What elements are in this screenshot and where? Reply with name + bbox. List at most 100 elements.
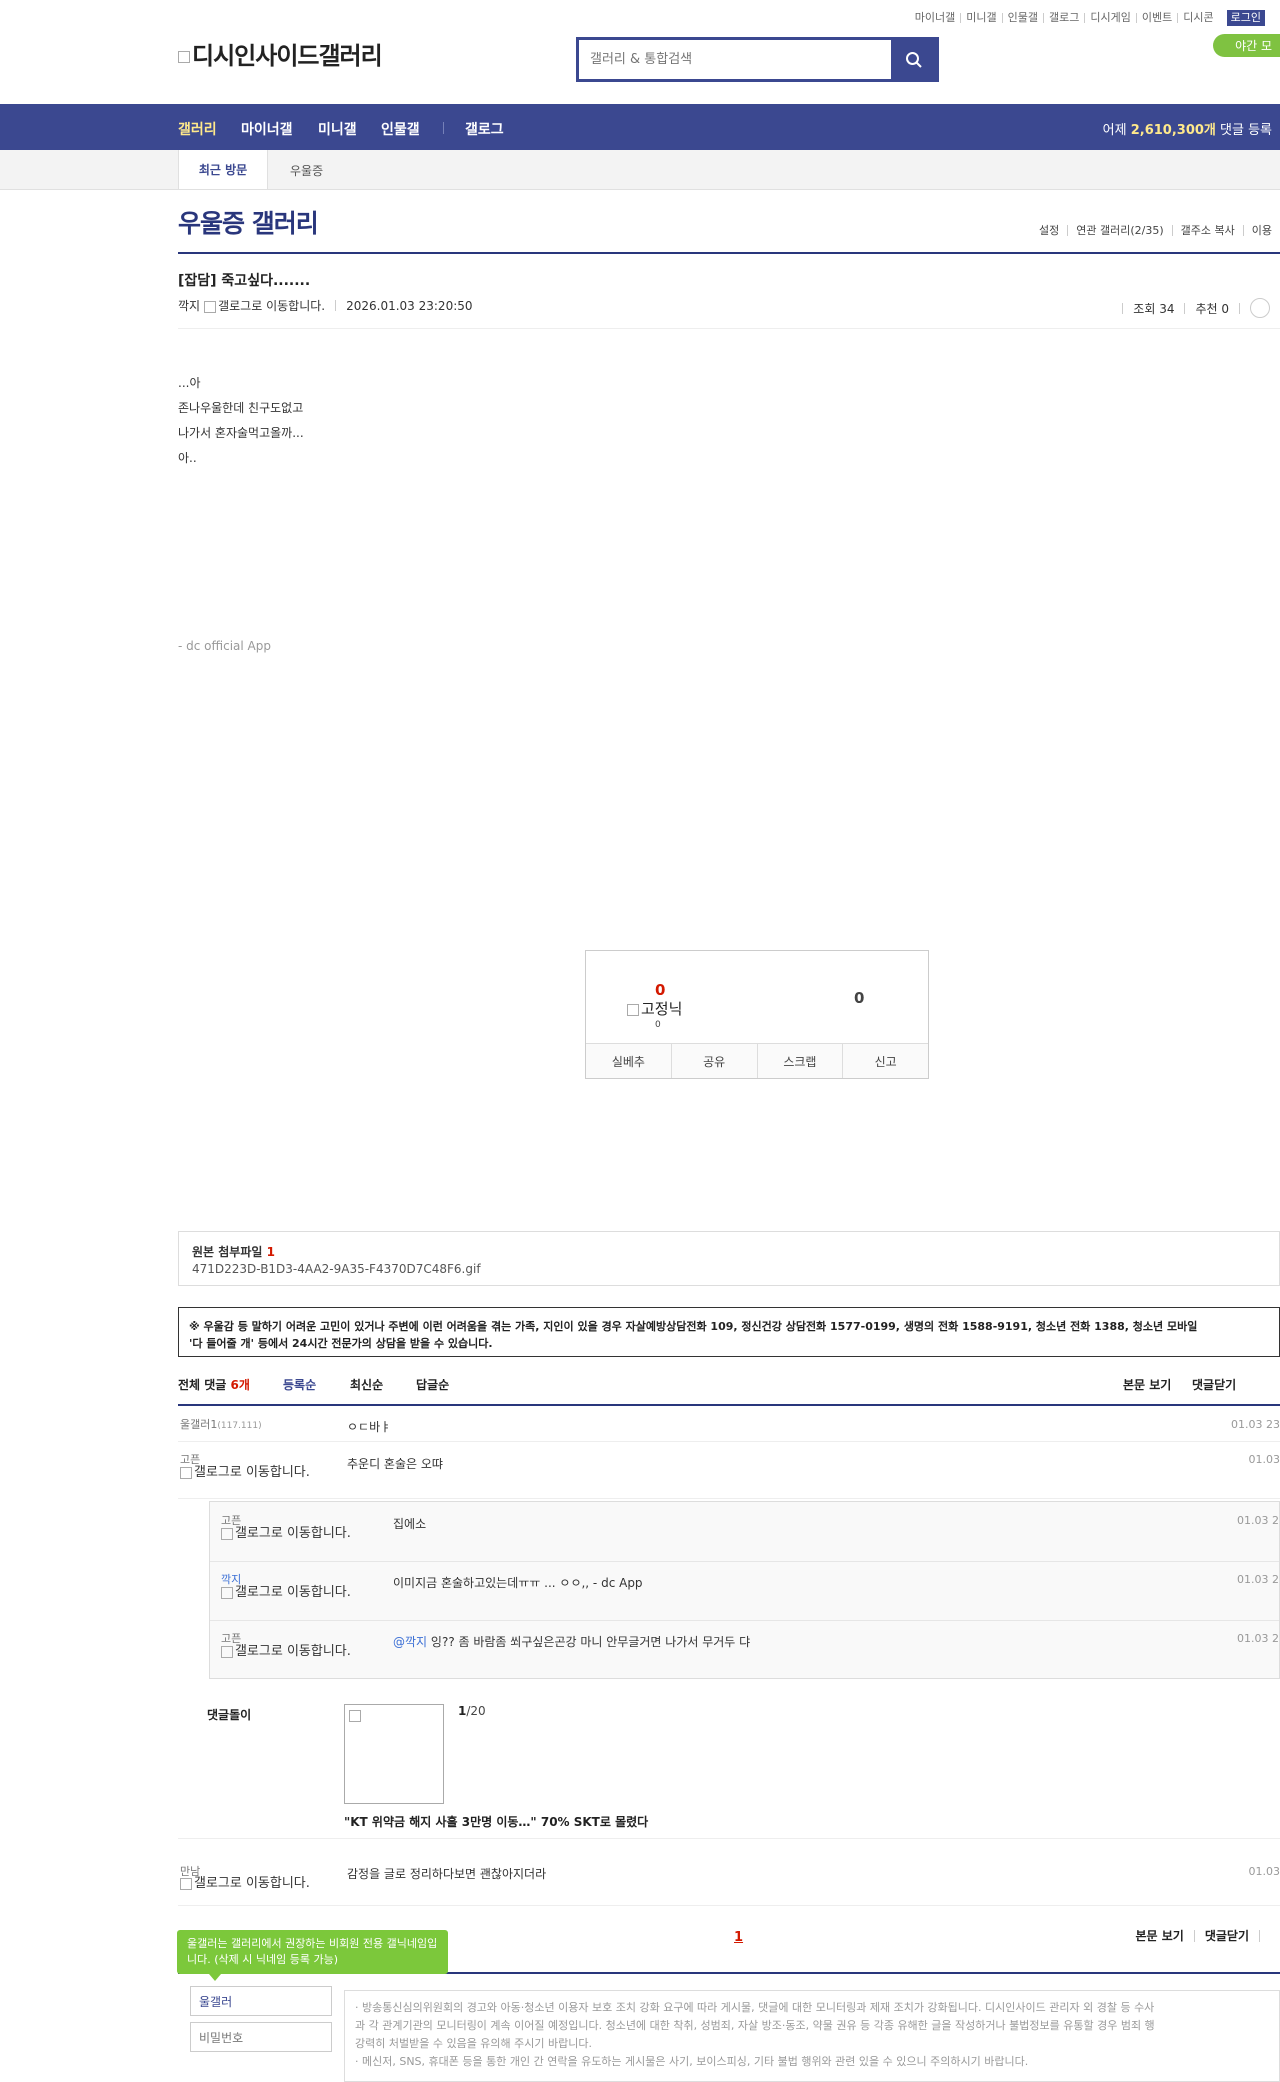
comment-ip: (117.111) [217, 1421, 262, 1431]
gallog-alt-text: 갤로그로 이동합니다. [235, 1644, 351, 1659]
comment-row: 고픈 갤로그로 이동합니다. 추운디 혼술은 오땨 01.03 [178, 1441, 1280, 1499]
sort-registered[interactable]: 등록순 [283, 1376, 316, 1393]
fixed-nick-recommend[interactable]: 고정닉 [627, 998, 682, 1019]
post-author[interactable]: 깍지 [178, 297, 200, 314]
comment-guide-box[interactable]: · 방송통신심의위원회의 경고와 아동·청소년 이용자 보호 조치 강화 요구에… [344, 1990, 1280, 2082]
nav-item-minor[interactable]: 마이너갤 [241, 119, 293, 139]
footer-actions: 본문 보기 댓글닫기 [1125, 1930, 1280, 1942]
guide-line: · 메신저, SNS, 휴대폰 등을 통한 개인 간 연락을 유도하는 게시물은… [355, 2055, 1029, 2068]
reply-date: 01.03 2 [1237, 1632, 1279, 1645]
password-field[interactable]: 비밀번호 [190, 2022, 332, 2052]
share-button[interactable]: 공유 [670, 1044, 757, 1078]
search-bar [576, 37, 939, 82]
site-logo[interactable]: 디시인사이드갤러리 [178, 36, 383, 71]
night-mode-toggle[interactable]: 야간 모 [1213, 34, 1280, 57]
sort-latest[interactable]: 최신순 [350, 1376, 383, 1393]
top-link-person[interactable]: 인물갤 [1001, 12, 1043, 23]
usage-link[interactable]: 이용 [1242, 225, 1280, 236]
close-comments-button[interactable]: 댓글닫기 [1193, 1930, 1259, 1942]
reply-mention[interactable]: @깍지 [393, 1635, 427, 1649]
reply-row: 고픈 갤로그로 이동합니다. @깍지 잉?? 좀 바람좀 쐬구싶은곤강 마니 안… [210, 1620, 1279, 1679]
comment-text: ㅇㄷ바ㅑ [347, 1420, 392, 1434]
copy-address-link[interactable]: 갤주소 복사 [1171, 225, 1243, 236]
stats-prefix: 어제 [1102, 123, 1127, 138]
reply-text: @깍지 잉?? 좀 바람좀 쐬구싶은곤강 마니 안무글거면 나가서 무거두 댜 [393, 1633, 750, 1650]
nickname-field[interactable]: 울갤러 [190, 1986, 332, 2016]
broken-image-icon [180, 1466, 192, 1479]
search-button[interactable] [891, 40, 936, 79]
meta-divider [178, 328, 1280, 329]
notice-line: ※ 우울감 등 말하기 어려운 고민이 있거나 주변에 이런 어려움을 겪는 가… [189, 1320, 1198, 1333]
comment-nick[interactable]: 울갤러1(117.111) [180, 1418, 262, 1433]
fixed-nick-count: 0 [655, 1020, 661, 1030]
nick-text: 울갤러1 [180, 1418, 218, 1431]
comment-total-label: 전체 댓글 [178, 1378, 227, 1392]
sort-replies[interactable]: 답글순 [416, 1376, 449, 1393]
close-comments-button[interactable]: 댓글닫기 [1192, 1376, 1236, 1393]
nav-item-gallery[interactable]: 갤러리 [178, 119, 217, 139]
top-link-dccon[interactable]: 디시콘 [1177, 12, 1218, 23]
report-button[interactable]: 신고 [842, 1044, 928, 1078]
gallog-alt-text: 갤로그로 이동합니다. [194, 1876, 310, 1891]
top-link-gallog[interactable]: 갤로그 [1043, 12, 1084, 23]
scrap-button[interactable]: 스크랩 [756, 1044, 843, 1078]
comment-bot-label: 댓글돌이 [207, 1708, 252, 1722]
comment-date: 01.03 [1248, 1453, 1280, 1466]
recent-visit-item[interactable]: 우울증 [290, 162, 323, 179]
gallery-settings-link[interactable]: 설정 [1031, 225, 1067, 236]
gallery-title[interactable]: 우울증 갤러리 [178, 204, 319, 240]
top-link-mini[interactable]: 미니갤 [960, 12, 1001, 23]
comment-date: 01.03 [1248, 1865, 1280, 1878]
footer-action-more[interactable] [1259, 1930, 1280, 1942]
stats-suffix: 댓글 등록 [1220, 123, 1272, 138]
nav-item-gallog[interactable]: 갤로그 [465, 119, 504, 139]
notice-line: '다 들어줄 개' 등에서 24시간 전문가의 상담을 받을 수 있습니다. [189, 1337, 493, 1350]
stats-separator [1239, 302, 1240, 314]
recent-visits-bar: 최근 방문 우울증 [0, 150, 1280, 190]
top-link-event[interactable]: 이벤트 [1135, 12, 1177, 23]
gallog-link[interactable]: 갤로그로 이동합니다. [221, 1586, 351, 1600]
search-icon [905, 51, 922, 68]
post-body-line: 존나우울한데 친구도없고 [178, 401, 304, 415]
related-galleries-link[interactable]: 연관 갤러리(2/35) [1067, 225, 1171, 236]
view-post-button[interactable]: 본문 보기 [1125, 1930, 1193, 1942]
ad-headline[interactable]: "KT 위약금 해지 사흘 3만명 이동…" 70% SKT로 몰렸다 [344, 1813, 648, 1830]
nav-item-mini[interactable]: 미니갤 [318, 119, 357, 139]
top-link-minor[interactable]: 마이너갤 [910, 12, 960, 23]
attachment-file-link[interactable]: 471D223D-B1D3-4AA2-9A35-F4370D7C48F6.gif [192, 1262, 481, 1276]
gallog-link[interactable]: 갤로그로 이동합니다. [180, 1877, 310, 1891]
search-input[interactable] [579, 40, 891, 79]
logo-alt-text: 디시인사이드갤러리 [192, 42, 383, 70]
comment-page-1[interactable]: 1 [734, 1930, 743, 1945]
gallog-alt-text: 갤로그로 이동합니다. [218, 299, 326, 313]
gallog-link[interactable]: 갤로그로 이동합니다. [204, 297, 325, 314]
more-options-icon[interactable] [1250, 298, 1270, 318]
top-link-game[interactable]: 디시게임 [1084, 12, 1135, 23]
recommend-actions: 실베추 공유 스크랩 신고 [586, 1043, 928, 1078]
fixed-nick-label: 고정닉 [641, 1000, 683, 1018]
comment-row: 울갤러1(117.111) ㅇㄷ바ㅑ 01.03 23 [178, 1406, 1280, 1442]
gallog-link[interactable]: 갤로그로 이동합니다. [180, 1466, 310, 1480]
recent-visits-tab[interactable]: 최근 방문 [178, 150, 268, 189]
stats-count: 2,610,300개 [1130, 123, 1216, 138]
reply-text: 집에소 [393, 1517, 427, 1531]
ad-thumbnail[interactable] [344, 1704, 444, 1804]
login-button[interactable]: 로그인 [1226, 10, 1265, 26]
view-post-button[interactable]: 본문 보기 [1123, 1376, 1171, 1393]
post-signature: - dc official App [178, 639, 271, 653]
gallog-alt-text: 갤로그로 이동합니다. [235, 1585, 351, 1600]
recommend-box: 0 고정닉 0 0 실베추 공유 스크랩 신고 [585, 950, 929, 1079]
nav-item-person[interactable]: 인물갤 [381, 119, 420, 139]
top-utility-links: 마이너갤 미니갤 인물갤 갤로그 디시게임 이벤트 디시콘 로그인 [910, 10, 1265, 26]
best-recommend-button[interactable]: 실베추 [586, 1044, 671, 1078]
crisis-notice: ※ 우울감 등 말하기 어려운 고민이 있거나 주변에 이런 어려움을 겪는 가… [178, 1307, 1280, 1357]
gallog-link[interactable]: 갤로그로 이동합니다. [221, 1527, 351, 1541]
recommend-down-count[interactable]: 0 [854, 989, 864, 1007]
nav-comment-stats: 어제 2,610,300개 댓글 등록 [1103, 119, 1272, 138]
gallog-link[interactable]: 갤로그로 이동합니다. [221, 1645, 351, 1659]
comment-total: 전체 댓글 6개 [178, 1376, 250, 1393]
comment-total-count: 6개 [230, 1378, 250, 1392]
stats-separator [1184, 302, 1186, 314]
attachment-label: 원본 첨부파일 [192, 1245, 263, 1259]
nav-divider [443, 122, 444, 134]
